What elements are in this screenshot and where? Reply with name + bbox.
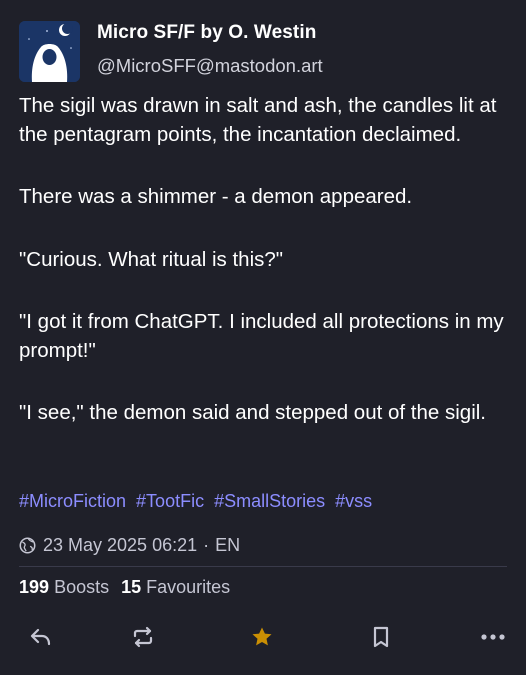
hashtag-link[interactable]: #vss: [335, 491, 372, 511]
favourites-count: 15: [121, 577, 142, 597]
favourites-label: Favourites: [146, 577, 231, 597]
post-content: The sigil was drawn in salt and ash, the…: [19, 92, 514, 462]
post-language: EN: [215, 535, 241, 555]
more-icon: [481, 634, 505, 640]
reply-button[interactable]: [24, 620, 58, 654]
avatar-image: [19, 21, 80, 82]
divider: [19, 566, 507, 567]
favourite-icon: [252, 627, 272, 646]
hashtag-link[interactable]: #TootFic: [136, 491, 204, 511]
hashtag-bar: #MicroFiction #TootFic #SmallStories #vs…: [19, 491, 377, 512]
action-bar: [0, 620, 526, 654]
reply-icon: [30, 628, 51, 646]
boosts-stat[interactable]: 199 Boosts: [19, 577, 109, 597]
boosts-label: Boosts: [54, 577, 110, 597]
boost-button[interactable]: [126, 620, 160, 654]
post-timestamp[interactable]: 23 May 2025 06:21: [43, 535, 197, 556]
post-meta: 23 May 2025 06:21 · EN: [19, 535, 240, 556]
meta-separator: ·: [203, 535, 210, 555]
hashtag-link[interactable]: #MicroFiction: [19, 491, 126, 511]
bookmark-button[interactable]: [364, 620, 398, 654]
globe-icon: [19, 537, 36, 554]
bookmark-icon: [373, 626, 389, 648]
post-paragraph: There was a shimmer - a demon appeared.: [19, 185, 413, 208]
favourites-stat[interactable]: 15 Favourites: [121, 577, 230, 597]
post-paragraph: "Curious. What ritual is this?": [19, 247, 284, 271]
avatar[interactable]: [19, 21, 80, 82]
display-name[interactable]: Micro SF/F by O. Westin: [97, 22, 316, 44]
post-paragraph: "I see," the demon said and stepped out …: [19, 401, 486, 424]
post-paragraph: "I got it from ChatGPT. I included all p…: [19, 310, 504, 362]
account-handle[interactable]: @MicroSFF@mastodon.art: [97, 55, 323, 77]
favourite-button[interactable]: [245, 620, 279, 654]
boosts-count: 199: [19, 577, 50, 597]
boost-icon: [133, 626, 153, 648]
post-stats: 199 Boosts 15 Favourites: [19, 577, 230, 598]
post-paragraph: The sigil was drawn in salt and ash, the…: [19, 94, 497, 146]
toot: Micro SF/F by O. Westin @MicroSFF@mastod…: [0, 0, 526, 675]
more-button[interactable]: [476, 620, 510, 654]
hashtag-link[interactable]: #SmallStories: [214, 491, 325, 511]
